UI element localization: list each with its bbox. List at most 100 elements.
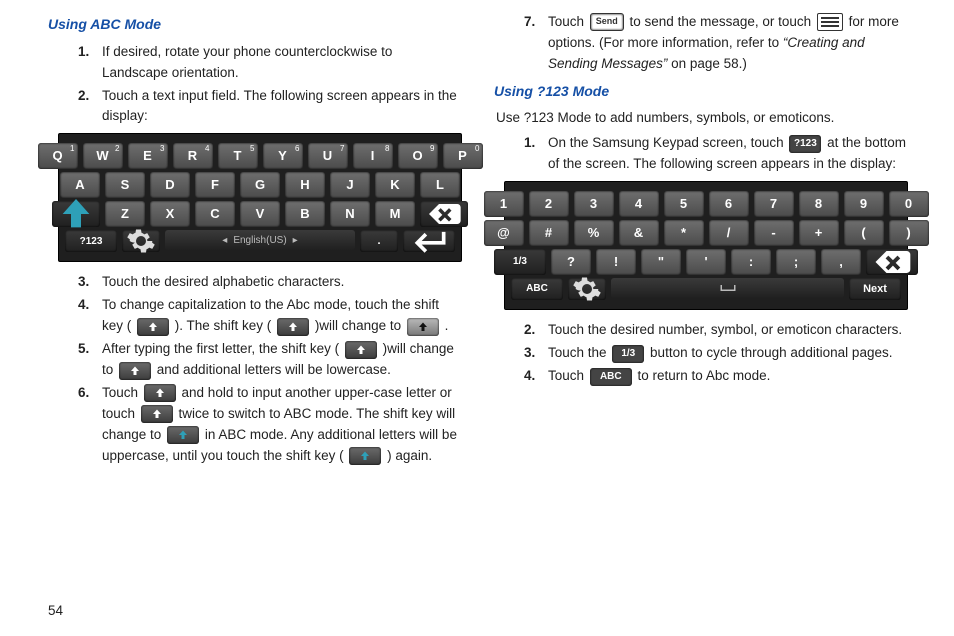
key-settings-gear-icon bbox=[122, 230, 160, 252]
key-x: X bbox=[150, 201, 190, 227]
shift-arrow-teal-icon bbox=[349, 447, 381, 465]
keyboard-abc-figure: Q1 W2 E3 R4 T5 Y6 U7 I8 O9 P0 A S D F G … bbox=[58, 133, 462, 262]
key-o: O9 bbox=[398, 143, 438, 169]
keyboard-123-figure: 1 2 3 4 5 6 7 8 9 0 @ # % & * / - + ( ) … bbox=[504, 181, 908, 310]
ordinal-r3: 3. bbox=[524, 343, 548, 364]
key-1: 1 bbox=[484, 191, 524, 217]
q123-chip: ?123 bbox=[789, 135, 821, 153]
key-0: 0 bbox=[889, 191, 929, 217]
right-step4: Touch ABC to return to Abc mode. bbox=[548, 366, 906, 387]
ordinal-r2: 2. bbox=[524, 320, 548, 341]
abc-chip: ABC bbox=[590, 368, 632, 386]
ordinal-7: 7. bbox=[524, 12, 548, 75]
right-step2: Touch the desired number, symbol, or emo… bbox=[548, 320, 906, 341]
key-hash: # bbox=[529, 220, 569, 246]
key-bang: ! bbox=[596, 249, 636, 275]
ordinal-1: 1. bbox=[78, 42, 102, 84]
key-dquote: " bbox=[641, 249, 681, 275]
key-r: R4 bbox=[173, 143, 213, 169]
key-mode-abc: ABC bbox=[511, 278, 563, 300]
shift-arrow-icon bbox=[277, 318, 309, 336]
key-3: 3 bbox=[574, 191, 614, 217]
ordinal-6: 6. bbox=[78, 383, 102, 467]
step-2-text: Touch a text input field. The following … bbox=[102, 86, 460, 128]
step-5-text: After typing the first letter, the shift… bbox=[102, 339, 460, 381]
key-4: 4 bbox=[619, 191, 659, 217]
key-7: 7 bbox=[754, 191, 794, 217]
key-f: F bbox=[195, 172, 235, 198]
step-1-text: If desired, rotate your phone counterclo… bbox=[102, 42, 460, 84]
shift-arrow-teal-icon bbox=[167, 426, 199, 444]
key-spacebar bbox=[611, 278, 844, 298]
send-button-icon: Send bbox=[590, 13, 624, 31]
heading-using-abc-mode: Using ABC Mode bbox=[48, 14, 460, 36]
key-next: Next bbox=[849, 278, 901, 300]
key-e: E3 bbox=[128, 143, 168, 169]
key-v: V bbox=[240, 201, 280, 227]
key-mode-123: ?123 bbox=[65, 230, 117, 252]
key-semicolon: ; bbox=[776, 249, 816, 275]
key-amp: & bbox=[619, 220, 659, 246]
shift-arrow-icon bbox=[144, 384, 176, 402]
shift-arrow-icon bbox=[137, 318, 169, 336]
ordinal-4: 4. bbox=[78, 295, 102, 337]
key-n: N bbox=[330, 201, 370, 227]
key-q: Q1 bbox=[38, 143, 78, 169]
key-h: H bbox=[285, 172, 325, 198]
shift-arrow-icon bbox=[141, 405, 173, 423]
key-5: 5 bbox=[664, 191, 704, 217]
key-z: Z bbox=[105, 201, 145, 227]
key-slash: / bbox=[709, 220, 749, 246]
ordinal-r4: 4. bbox=[524, 366, 548, 387]
key-percent: % bbox=[574, 220, 614, 246]
key-p: P0 bbox=[443, 143, 483, 169]
key-t: T5 bbox=[218, 143, 258, 169]
key-shift bbox=[52, 201, 100, 227]
key-squote: ' bbox=[686, 249, 726, 275]
key-8: 8 bbox=[799, 191, 839, 217]
shift-arrow-icon bbox=[119, 362, 151, 380]
key-j: J bbox=[330, 172, 370, 198]
key-enter bbox=[403, 230, 455, 252]
key-d: D bbox=[150, 172, 190, 198]
ordinal-r1: 1. bbox=[524, 133, 548, 175]
page-number: 54 bbox=[48, 601, 63, 622]
key-backspace bbox=[866, 249, 918, 275]
key-c: C bbox=[195, 201, 235, 227]
one-three-chip: 1/3 bbox=[612, 345, 644, 363]
step-6-text: Touch and hold to input another upper-ca… bbox=[102, 383, 460, 467]
key-b: B bbox=[285, 201, 325, 227]
key-period: . bbox=[360, 230, 398, 252]
key-g: G bbox=[240, 172, 280, 198]
key-k: K bbox=[375, 172, 415, 198]
ordinal-2: 2. bbox=[78, 86, 102, 128]
key-6: 6 bbox=[709, 191, 749, 217]
key-minus: - bbox=[754, 220, 794, 246]
key-page-1-3: 1/3 bbox=[494, 249, 546, 275]
key-plus: + bbox=[799, 220, 839, 246]
key-w: W2 bbox=[83, 143, 123, 169]
key-qmark: ? bbox=[551, 249, 591, 275]
key-at: @ bbox=[484, 220, 524, 246]
key-9: 9 bbox=[844, 191, 884, 217]
key-comma: , bbox=[821, 249, 861, 275]
heading-using-123-mode: Using ?123 Mode bbox=[494, 81, 906, 103]
lead-paragraph: Use ?123 Mode to add numbers, symbols, o… bbox=[496, 108, 906, 129]
key-star: * bbox=[664, 220, 704, 246]
key-settings-gear-icon bbox=[568, 278, 606, 300]
ordinal-3: 3. bbox=[78, 272, 102, 293]
step-7-text: Touch Send to send the message, or touch… bbox=[548, 12, 906, 75]
key-colon: : bbox=[731, 249, 771, 275]
key-s: S bbox=[105, 172, 145, 198]
shift-arrow-icon bbox=[345, 341, 377, 359]
right-step1: On the Samsung Keypad screen, touch ?123… bbox=[548, 133, 906, 175]
key-i: I8 bbox=[353, 143, 393, 169]
key-y: Y6 bbox=[263, 143, 303, 169]
menu-hamburger-icon bbox=[817, 13, 843, 31]
key-u: U7 bbox=[308, 143, 348, 169]
key-2: 2 bbox=[529, 191, 569, 217]
shift-arrow-grey-icon bbox=[407, 318, 439, 336]
key-spacebar: ◂ English(US) ▸ bbox=[165, 230, 355, 250]
right-step3: Touch the 1/3 button to cycle through ad… bbox=[548, 343, 906, 364]
ordinal-5: 5. bbox=[78, 339, 102, 381]
